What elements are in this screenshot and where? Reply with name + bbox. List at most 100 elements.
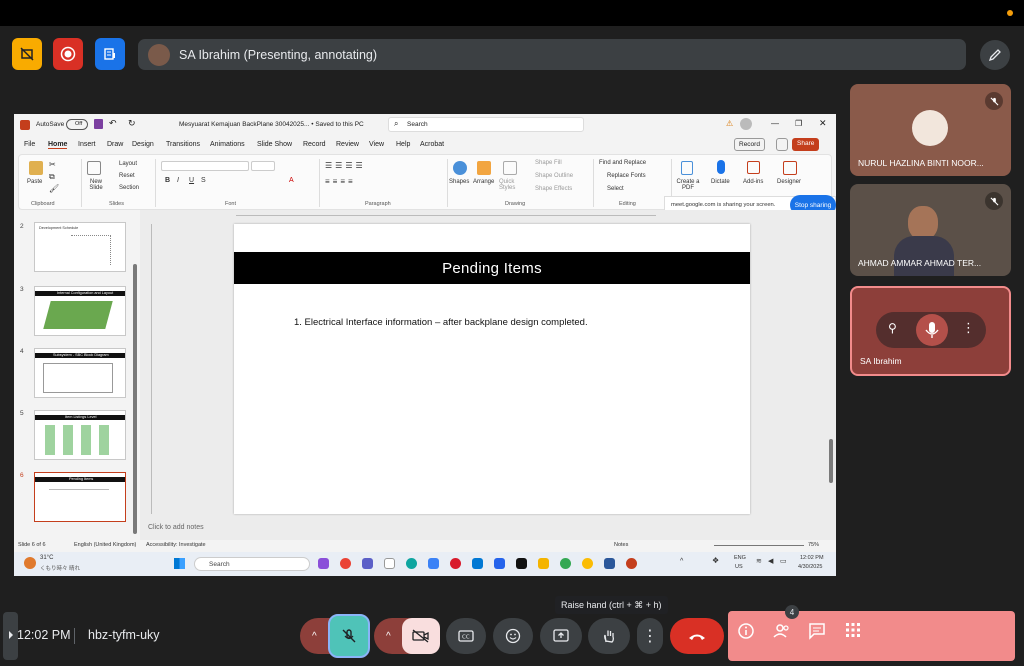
ide-icon[interactable]: [494, 558, 505, 569]
taskbar-time[interactable]: 12:02 PM: [800, 555, 824, 561]
new-slide-label[interactable]: New Slide: [85, 179, 107, 191]
reset-button[interactable]: Reset: [119, 173, 135, 179]
account-avatar[interactable]: [740, 118, 752, 130]
format-painter-icon[interactable]: 🖌: [49, 184, 59, 193]
pin-icon[interactable]: ⚲: [888, 321, 897, 335]
chrome-icon[interactable]: [340, 558, 351, 569]
slide-thumbnail-3[interactable]: Internal Configuration and Layout: [34, 286, 126, 336]
volume-icon[interactable]: ◀: [768, 557, 773, 565]
present-button[interactable]: [540, 618, 582, 654]
tray-chevron-icon[interactable]: ^: [680, 558, 683, 565]
close-icon[interactable]: ✕: [819, 118, 827, 129]
tab-help[interactable]: Help: [396, 141, 410, 148]
chat-icon[interactable]: [808, 622, 826, 645]
shape-effects-button[interactable]: Shape Effects: [535, 186, 572, 192]
current-slide[interactable]: Pending Items 1. Electrical Interface in…: [234, 224, 750, 514]
activities-icon[interactable]: [845, 622, 861, 643]
mic-toggle-button[interactable]: [328, 614, 370, 658]
windows-start-icon[interactable]: [174, 558, 185, 569]
warning-icon[interactable]: ⚠: [726, 119, 733, 128]
tab-home[interactable]: Home: [48, 141, 68, 149]
teams-icon[interactable]: [362, 558, 373, 569]
tab-view[interactable]: View: [369, 141, 384, 148]
arrange-label[interactable]: Arrange: [473, 179, 494, 185]
meeting-info-icon[interactable]: [737, 622, 755, 645]
tab-design[interactable]: Design: [132, 141, 154, 148]
more-options-icon[interactable]: ⋮: [962, 320, 975, 336]
underline-icon[interactable]: U: [189, 177, 194, 184]
accessibility-status[interactable]: Accessibility: Investigate: [146, 542, 206, 548]
participant-tile-2[interactable]: AHMAD AMMAR AHMAD TER...: [850, 184, 1011, 276]
title-search-input[interactable]: Search: [388, 117, 584, 132]
people-icon[interactable]: [772, 622, 792, 645]
edge-icon[interactable]: [406, 558, 417, 569]
tab-draw[interactable]: Draw: [107, 141, 123, 148]
video-options-chevron-icon[interactable]: ^: [386, 631, 391, 642]
language-status[interactable]: English (United Kingdom): [74, 542, 136, 548]
section-button[interactable]: Section: [119, 185, 139, 191]
tab-record[interactable]: Record: [303, 141, 326, 148]
slide-body-text[interactable]: 1. Electrical Interface information – af…: [294, 317, 588, 328]
chrome-profile-icon[interactable]: [560, 558, 571, 569]
quick-styles-icon[interactable]: [503, 161, 517, 175]
copy-icon[interactable]: ⧉: [49, 172, 55, 182]
opera-icon[interactable]: [450, 558, 461, 569]
shape-outline-button[interactable]: Shape Outline: [535, 173, 573, 179]
font-size-select[interactable]: [251, 161, 275, 171]
audio-options-chevron-icon[interactable]: ^: [312, 631, 317, 642]
addins-icon[interactable]: [747, 161, 760, 174]
battery-icon[interactable]: ▭: [780, 557, 787, 565]
list-icons[interactable]: ☰☰☰☰: [325, 161, 366, 170]
undo-icon[interactable]: ↶: [109, 118, 117, 129]
slide-scrollbar[interactable]: [829, 439, 833, 483]
terminal-icon[interactable]: [516, 558, 527, 569]
select-button[interactable]: Select: [607, 186, 624, 192]
slide-thumbnail-6[interactable]: Pending Items: [34, 472, 126, 522]
create-pdf-label[interactable]: Create a PDF: [675, 179, 701, 191]
cut-icon[interactable]: ✂: [49, 160, 56, 169]
hide-toolbar-icon[interactable]: [12, 38, 42, 70]
find-replace-button[interactable]: Find and Replace: [599, 160, 646, 166]
thumbnail-scrollbar[interactable]: [133, 264, 137, 534]
tab-acrobat[interactable]: Acrobat: [420, 141, 444, 148]
recording-icon[interactable]: [53, 38, 83, 70]
font-name-select[interactable]: [161, 161, 249, 171]
wifi-icon[interactable]: ≋: [756, 557, 762, 565]
font-color-icon[interactable]: A: [289, 177, 294, 184]
comments-icon[interactable]: [776, 138, 788, 151]
reactions-button[interactable]: [493, 618, 533, 654]
tab-review[interactable]: Review: [336, 141, 359, 148]
align-icons[interactable]: ≡≡≡≡: [325, 177, 356, 186]
copilot-icon[interactable]: [318, 558, 329, 569]
notes-placeholder[interactable]: Click to add notes: [148, 524, 204, 531]
shape-fill-button[interactable]: Shape Fill: [535, 160, 562, 166]
tab-transitions[interactable]: Transitions: [166, 141, 200, 148]
slide-thumbnail-2[interactable]: Development Schedule: [34, 222, 126, 272]
paste-icon[interactable]: [29, 161, 43, 175]
annotate-pencil-icon[interactable]: [980, 40, 1010, 70]
app-icon[interactable]: [428, 558, 439, 569]
tray-app-icon[interactable]: ❖: [712, 556, 719, 565]
tab-file[interactable]: File: [24, 141, 35, 148]
addins-label[interactable]: Add-ins: [743, 179, 763, 185]
participant-tile-3[interactable]: ⚲ ⋮ SA Ibrahim: [850, 286, 1011, 376]
speaking-mic-icon[interactable]: [916, 314, 948, 346]
transcript-icon[interactable]: [95, 38, 125, 70]
bold-icon[interactable]: B: [165, 177, 170, 184]
shapes-icon[interactable]: [453, 161, 467, 175]
new-slide-icon[interactable]: [87, 161, 101, 175]
input-region[interactable]: US: [735, 564, 743, 570]
replace-fonts-button[interactable]: Replace Fonts: [607, 173, 646, 179]
minimize-icon[interactable]: —: [771, 119, 779, 128]
zoom-level[interactable]: 75%: [808, 542, 819, 548]
designer-label[interactable]: Designer: [777, 179, 801, 185]
slide-title[interactable]: Pending Items: [442, 260, 542, 277]
chrome-profile2-icon[interactable]: [582, 558, 593, 569]
quick-styles-label[interactable]: Quick Styles: [499, 179, 523, 191]
dictate-label[interactable]: Dictate: [711, 179, 730, 185]
arrange-icon[interactable]: [477, 161, 491, 175]
captions-button[interactable]: CC: [446, 618, 486, 654]
paste-label[interactable]: Paste: [27, 179, 42, 185]
zoom-slider[interactable]: [714, 545, 804, 546]
share-button[interactable]: Share: [792, 138, 820, 151]
